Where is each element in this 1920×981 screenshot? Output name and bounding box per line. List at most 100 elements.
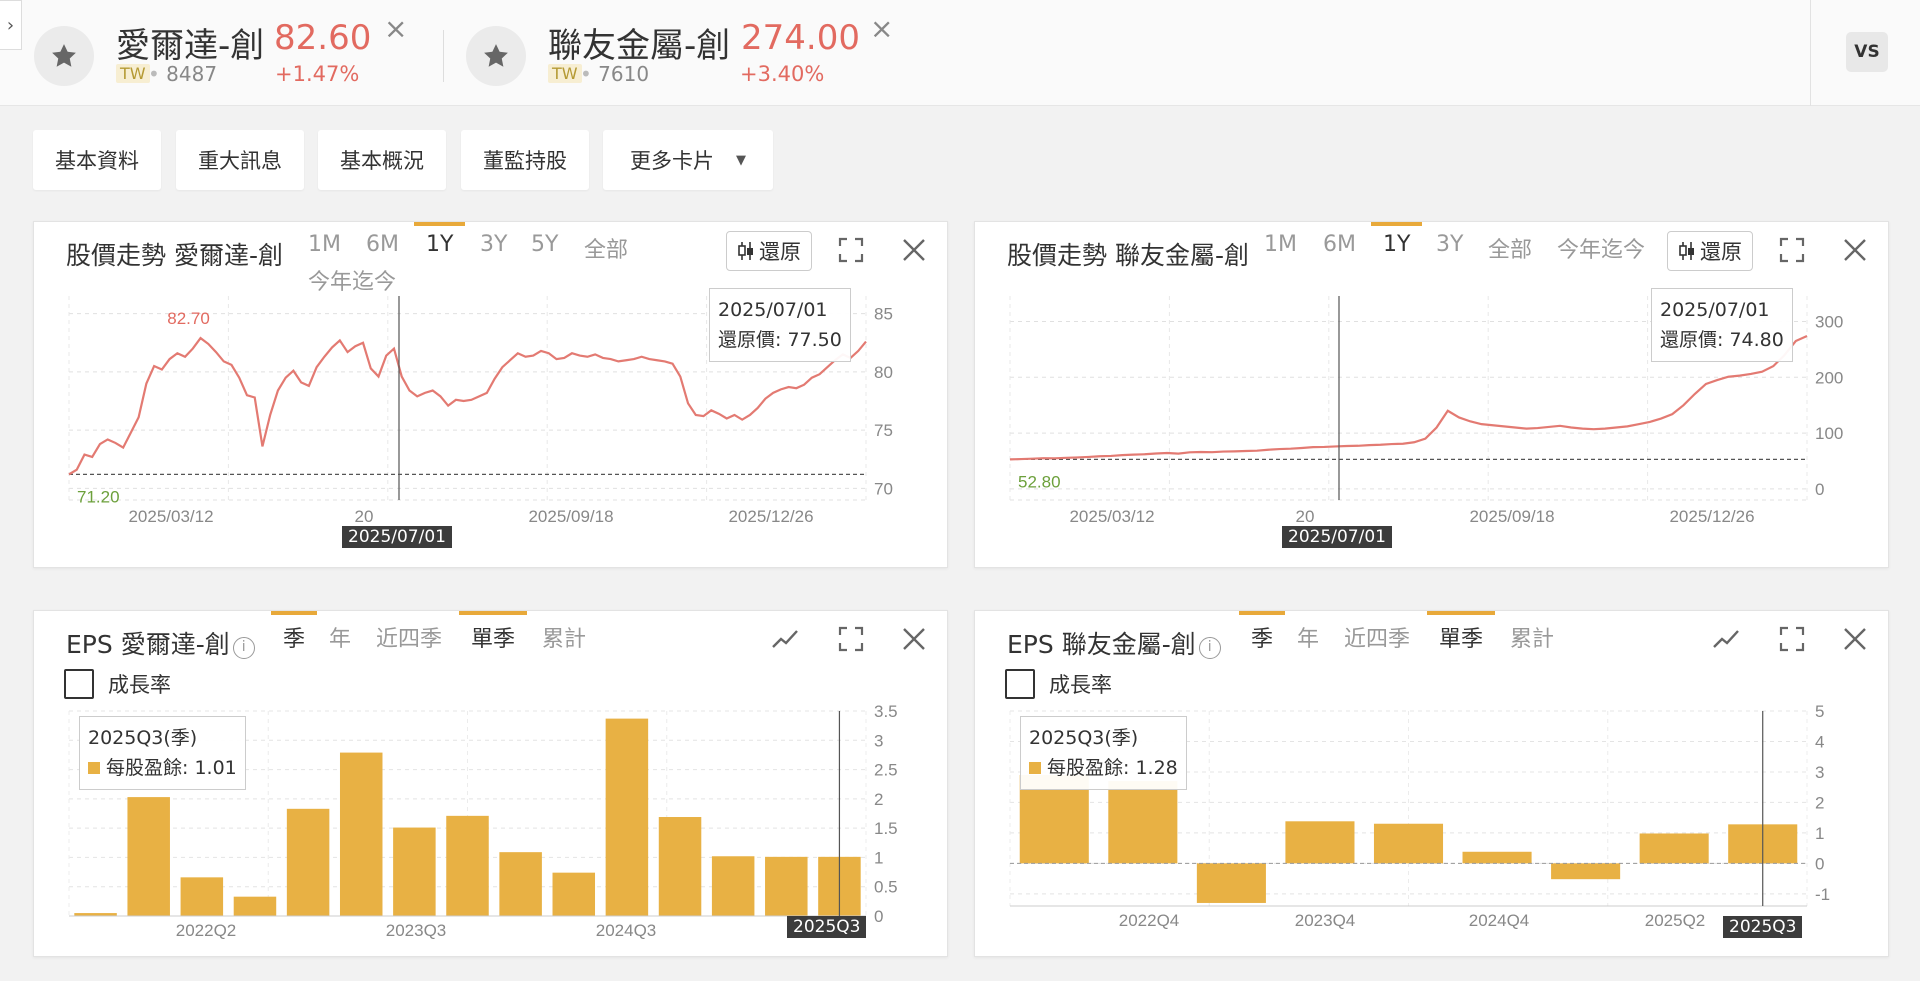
star-icon bbox=[52, 44, 76, 67]
chart-tooltip: 2025Q3(季) 每股盈餘: 1.28 bbox=[1020, 716, 1187, 790]
tooltip-value: 每股盈餘: 1.01 bbox=[88, 753, 237, 783]
y-tick-label: 2 bbox=[874, 790, 883, 809]
eps-bar bbox=[1373, 823, 1444, 864]
x-tick-label: 2025/12/26 bbox=[1669, 507, 1754, 526]
tooltip-title: 2025Q3(季) bbox=[88, 727, 198, 749]
y-tick-label: 85 bbox=[874, 305, 893, 324]
x-tick-label: 2023Q4 bbox=[1295, 911, 1356, 930]
x-tick-label: 2024Q3 bbox=[596, 921, 657, 940]
x-tick-label: 2023Q3 bbox=[386, 921, 447, 940]
x-tick-label: 2025Q2 bbox=[1645, 911, 1706, 930]
y-tick-label: 0.5 bbox=[874, 878, 898, 897]
y-tick-label: 3 bbox=[1815, 763, 1824, 782]
tooltip-value: 還原價: 74.80 bbox=[1660, 329, 1784, 351]
eps-bar bbox=[1285, 821, 1355, 864]
stock-name: 愛爾達-創 bbox=[116, 26, 265, 66]
tooltip-title: 2025Q3(季) bbox=[1029, 727, 1139, 749]
stock-price: 274.00 bbox=[741, 18, 860, 58]
y-tick-label: 80 bbox=[874, 363, 893, 382]
eps-bar bbox=[1551, 863, 1621, 880]
x-tick-label: 2025/12/26 bbox=[728, 507, 813, 526]
stock-change: +1.47% bbox=[275, 62, 360, 86]
market-badge: TW bbox=[548, 64, 582, 83]
y-tick-label: -1 bbox=[1815, 885, 1830, 904]
y-tick-label: 200 bbox=[1815, 368, 1843, 387]
vs-button[interactable]: VS bbox=[1846, 32, 1888, 72]
y-tick-label: 5 bbox=[1815, 702, 1824, 721]
chevron-right-icon: › bbox=[6, 14, 15, 36]
divider bbox=[1810, 0, 1811, 106]
eps-bar bbox=[658, 817, 702, 916]
x-tick-label: 2025/03/12 bbox=[1069, 507, 1154, 526]
eps-bar bbox=[393, 827, 436, 916]
x-tick-label: 2022Q4 bbox=[1119, 911, 1180, 930]
tooltip-value: 還原價: 77.50 bbox=[718, 329, 842, 351]
crosshair-x-label: 2025/07/01 bbox=[1282, 526, 1392, 548]
y-tick-label: 300 bbox=[1815, 313, 1843, 332]
chart-tooltip: 2025Q3(季) 每股盈餘: 1.01 bbox=[79, 716, 246, 790]
y-tick-label: 1.5 bbox=[874, 819, 898, 838]
remove-stock-button[interactable]: × bbox=[870, 12, 893, 45]
tooltip-date: 2025/07/01 bbox=[1660, 299, 1770, 321]
eps-bar bbox=[180, 877, 224, 916]
chart-tooltip: 2025/07/01 還原價: 74.80 bbox=[1651, 288, 1793, 362]
eps-bar bbox=[1639, 833, 1709, 864]
favorite-button[interactable] bbox=[466, 26, 526, 86]
eps-card: EPS 愛爾達-創 i 季 年 近四季 單季 累計 成長率 0 0.5 1 1.5 2 2.… bbox=[33, 610, 948, 957]
price-trend-card: 股價走勢 愛爾達-創 1M 6M 1Y 3Y 5Y 全部 今年迄今 還原 70 7… bbox=[33, 221, 948, 568]
favorite-button[interactable] bbox=[34, 26, 94, 86]
caret-down-icon: ▼ bbox=[736, 152, 746, 168]
remove-stock-button[interactable]: × bbox=[384, 12, 407, 45]
tab-more-cards[interactable]: 更多卡片 ▼ bbox=[603, 130, 773, 190]
eps-bar bbox=[711, 856, 755, 916]
y-tick-label: 4 bbox=[1815, 732, 1824, 751]
eps-bar bbox=[1108, 781, 1178, 864]
x-tick-label: 2025/09/18 bbox=[528, 507, 613, 526]
stock-code: • 7610 bbox=[580, 62, 650, 86]
y-tick-label: 70 bbox=[874, 479, 893, 498]
market-badge: TW bbox=[116, 64, 150, 83]
price-chart: 0 100 200 300 2025/03/12 20 2025/09/18 2025/12/… bbox=[1009, 296, 1843, 526]
eps-bar bbox=[233, 896, 277, 916]
y-tick-label: 0 bbox=[1815, 854, 1824, 873]
tab-major-news[interactable]: 重大訊息 bbox=[176, 130, 304, 190]
stock-change: +3.40% bbox=[740, 62, 825, 86]
tab-basic-info[interactable]: 基本資料 bbox=[33, 130, 161, 190]
stock-header-1: 愛爾達-創 82.60 TW • 8487 +1.47% × bbox=[34, 12, 434, 90]
price-chart: 70 75 80 85 2025/03/12 20 2025/09/18 2025/12/26… bbox=[68, 296, 893, 526]
x-tick-label: 2024Q4 bbox=[1469, 911, 1530, 930]
y-tick-label: 2.5 bbox=[874, 761, 898, 780]
tab-overview[interactable]: 基本概況 bbox=[318, 130, 446, 190]
y-tick-label: 0 bbox=[874, 907, 883, 926]
price-trend-card: 股價走勢 聯友金屬-創 1M 6M 1Y 3Y 全部 今年迄今 還原 0 100 2… bbox=[974, 221, 1889, 568]
crosshair-x-label: 2025Q3 bbox=[1723, 916, 1803, 938]
y-tick-label: 2 bbox=[1815, 793, 1824, 812]
chart-tooltip: 2025/07/01 還原價: 77.50 bbox=[709, 288, 851, 362]
y-tick-label: 3.5 bbox=[874, 702, 898, 721]
tab-shareholding[interactable]: 董監持股 bbox=[461, 130, 589, 190]
y-tick-label: 75 bbox=[874, 421, 893, 440]
stock-price: 82.60 bbox=[274, 18, 372, 58]
y-tick-label: 1 bbox=[1815, 824, 1824, 843]
max-value-label: 82.70 bbox=[167, 309, 210, 328]
sidebar-toggle-button[interactable]: › bbox=[0, 0, 22, 50]
x-tick-label: 20 bbox=[355, 507, 374, 526]
eps-bar bbox=[286, 808, 330, 916]
crosshair-x-label: 2025Q3 bbox=[787, 916, 867, 938]
eps-bar bbox=[446, 815, 489, 916]
eps-bar bbox=[1462, 851, 1532, 864]
min-value-label: 52.80 bbox=[1018, 472, 1061, 491]
min-value-label: 71.20 bbox=[77, 487, 120, 506]
stock-name: 聯友金屬-創 bbox=[548, 26, 731, 66]
star-icon bbox=[484, 44, 508, 67]
tab-more-label: 更多卡片 bbox=[630, 149, 714, 173]
tooltip-date: 2025/07/01 bbox=[718, 299, 828, 321]
compare-header: › 愛爾達-創 82.60 TW • 8487 +1.47% × 聯友金屬-創 … bbox=[0, 0, 1920, 106]
y-tick-label: 1 bbox=[874, 848, 883, 867]
x-tick-label: 2025/09/18 bbox=[1469, 507, 1554, 526]
eps-bar bbox=[127, 797, 170, 916]
y-tick-label: 0 bbox=[1815, 480, 1824, 499]
x-tick-label: 20 bbox=[1296, 507, 1315, 526]
y-tick-label: 100 bbox=[1815, 424, 1843, 443]
eps-bar bbox=[552, 872, 596, 916]
